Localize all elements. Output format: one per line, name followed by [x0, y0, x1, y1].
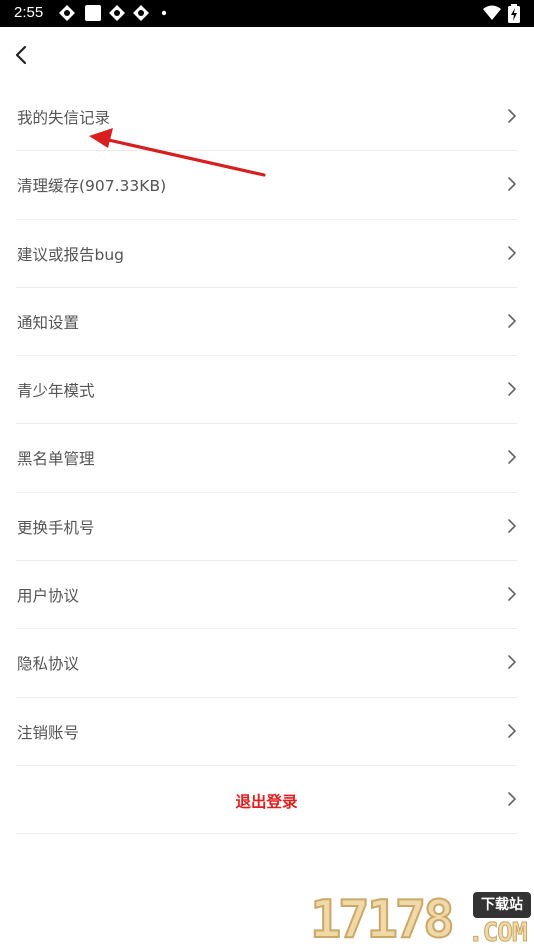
settings-item-teen-mode[interactable]: 青少年模式: [16, 356, 517, 425]
square-icon: [85, 5, 101, 21]
settings-item-feedback[interactable]: 建议或报告bug: [16, 220, 517, 288]
settings-item-label: 通知设置: [17, 313, 80, 332]
settings-item-label: 建议或报告bug: [17, 245, 125, 264]
chevron-right-icon: [508, 109, 516, 123]
settings-item-label: 更换手机号: [17, 518, 95, 537]
settings-item-blacklist[interactable]: 黑名单管理: [16, 424, 517, 493]
notification-icon: [133, 5, 149, 21]
chevron-right-icon: [508, 450, 516, 465]
settings-item-label: 清理缓存(907.33KB): [17, 177, 167, 196]
watermark-logo: 17178 下载站 .COM: [309, 888, 534, 950]
chevron-right-icon: [508, 723, 516, 738]
status-bar: 2:55: [0, 0, 534, 27]
chevron-left-icon: [15, 45, 27, 65]
notification-icon: [109, 5, 125, 21]
battery-charging-icon: [508, 4, 520, 23]
watermark-digits: 17178: [309, 889, 456, 950]
watermark-suffix: .COM: [468, 918, 529, 949]
settings-item-label: 隐私协议: [17, 655, 80, 674]
back-button[interactable]: [10, 41, 34, 69]
settings-item-delete-account[interactable]: 注销账号: [16, 698, 517, 766]
chevron-right-icon: [508, 655, 516, 670]
dot-icon: [161, 10, 167, 16]
settings-item-label: 黑名单管理: [17, 450, 95, 469]
settings-item-label: 我的失信记录: [17, 109, 111, 127]
settings-item-privacy-policy[interactable]: 隐私协议: [16, 629, 517, 698]
settings-item-user-agreement[interactable]: 用户协议: [16, 561, 517, 630]
chevron-right-icon: [508, 177, 516, 192]
settings-item-label: 注销账号: [17, 723, 80, 742]
chevron-right-icon: [508, 518, 516, 533]
settings-item-notifications[interactable]: 通知设置: [16, 288, 517, 357]
status-time: 2:55: [14, 4, 44, 21]
watermark-badge: 下载站: [473, 892, 531, 918]
settings-list: 我的失信记录 清理缓存(907.33KB) 建议或报告bug 通知设置 青少年模…: [16, 83, 517, 835]
logout-label: 退出登录: [235, 792, 298, 811]
chevron-right-icon: [508, 382, 516, 396]
chevron-right-icon: [508, 587, 516, 601]
chevron-right-icon: [508, 245, 516, 260]
settings-item-change-phone[interactable]: 更换手机号: [16, 493, 517, 562]
chevron-right-icon: [508, 792, 516, 806]
settings-item-label: 用户协议: [17, 587, 80, 606]
chevron-right-icon: [508, 314, 516, 328]
settings-item-label: 青少年模式: [17, 382, 95, 401]
nav-bar: [0, 27, 534, 83]
logout-button[interactable]: 退出登录: [16, 766, 517, 835]
wifi-icon: [483, 5, 501, 20]
settings-item-clear-cache[interactable]: 清理缓存(907.33KB): [16, 151, 517, 220]
notification-icon: [59, 5, 75, 21]
settings-item-credit-record[interactable]: 我的失信记录: [16, 83, 517, 152]
